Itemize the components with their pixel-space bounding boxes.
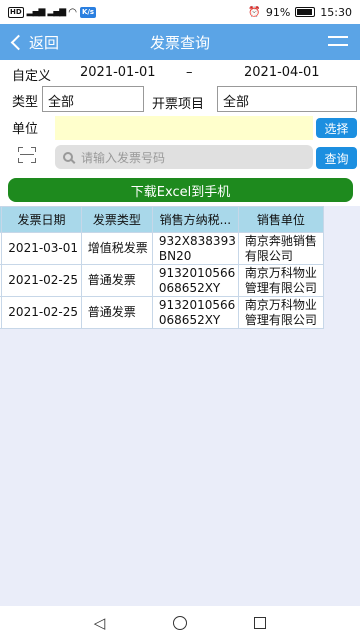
invoice-search-input[interactable]: 请输入发票号码 bbox=[55, 145, 313, 169]
cell-tax-id: 9132010566 068652XY bbox=[151, 296, 239, 329]
unit-field[interactable] bbox=[55, 116, 313, 140]
cell-date: 2021-02-25 bbox=[1, 264, 82, 297]
seller-line-1: 南京万科物业 bbox=[244, 265, 317, 280]
item-select[interactable]: 全部 bbox=[217, 86, 357, 112]
cell-tax-id: 932X838393 BN20 bbox=[151, 232, 239, 265]
tax-id-line-2: 068652XY bbox=[158, 312, 221, 327]
hd-badge: HD bbox=[8, 6, 24, 18]
search-icon bbox=[63, 152, 73, 162]
cell-seller: 南京万科物业 管理有限公司 bbox=[237, 296, 325, 329]
battery-icon bbox=[295, 7, 316, 17]
seller-line-1: 南京万科物业 bbox=[244, 297, 317, 312]
search-row: 请输入发票号码 查询 bbox=[0, 144, 360, 172]
table-row[interactable]: 05 2021-02-25 普通发票 9132010566068652XY 南京… bbox=[0, 264, 325, 297]
unit-row: 单位 选择 bbox=[0, 114, 360, 142]
type-select[interactable]: 全部 bbox=[42, 86, 144, 112]
table-row[interactable]: 839 2021-03-01 增值税发票 932X838393BN20 南京奔驰… bbox=[0, 232, 325, 265]
download-excel-button[interactable]: 下载Excel到手机 bbox=[8, 178, 353, 202]
cell-type: 普通发票 bbox=[80, 296, 153, 329]
query-button[interactable]: 查询 bbox=[316, 147, 357, 169]
cell-seller: 南京万科物业 管理有限公司 bbox=[237, 264, 325, 297]
speed-badge: K/s bbox=[79, 6, 97, 18]
invoice-table: 号 发票日期 发票类型 销售方纳税... 销售单位 839 2021-03-01… bbox=[0, 206, 325, 329]
type-row: 类型 全部 开票项目 全部 bbox=[0, 86, 360, 114]
invoice-table-area: 号 发票日期 发票类型 销售方纳税... 销售单位 839 2021-03-01… bbox=[0, 206, 360, 606]
cell-tax-id: 9132010566 068652XY bbox=[151, 264, 239, 297]
signal-icon: ▂▄▆ bbox=[26, 7, 46, 17]
back-label: 返回 bbox=[29, 33, 60, 52]
nav-home-icon[interactable] bbox=[172, 616, 187, 630]
scan-icon[interactable] bbox=[18, 147, 36, 163]
col-header-seller[interactable]: 销售单位 bbox=[237, 206, 325, 233]
battery-fill bbox=[297, 9, 312, 15]
table-header-row: 号 发票日期 发票类型 销售方纳税... 销售单位 bbox=[0, 206, 325, 233]
tax-id-line-1: 932X838393 bbox=[158, 233, 236, 248]
wifi-icon: ◠ bbox=[68, 6, 77, 18]
battery-percent: 91% bbox=[265, 5, 291, 19]
unit-label: 单位 bbox=[12, 122, 39, 137]
nav-back-icon[interactable]: ◁ bbox=[94, 614, 106, 632]
tax-id-line-1: 9132010566 bbox=[158, 265, 236, 280]
search-placeholder: 请输入发票号码 bbox=[81, 150, 166, 165]
select-button[interactable]: 选择 bbox=[316, 118, 357, 138]
signal-icon-2: ▂▄▆ bbox=[47, 7, 66, 17]
status-time: 15:30 bbox=[320, 5, 352, 19]
col-header-type[interactable]: 发票类型 bbox=[80, 206, 153, 233]
type-label: 类型 bbox=[12, 95, 39, 110]
seller-line-2: 有限公司 bbox=[244, 248, 293, 263]
col-header-tax-id[interactable]: 销售方纳税... bbox=[151, 206, 239, 233]
col-header-date[interactable]: 发票日期 bbox=[1, 206, 82, 233]
item-label: 开票项目 bbox=[152, 97, 205, 112]
system-nav-bar: ◁ bbox=[0, 606, 360, 640]
chevron-left-icon bbox=[10, 34, 27, 50]
nav-recents-icon[interactable] bbox=[254, 617, 267, 629]
cell-type: 增值税发票 bbox=[80, 232, 153, 265]
alarm-icon: ⏰ bbox=[248, 6, 261, 18]
seller-line-2: 管理有限公司 bbox=[244, 280, 317, 295]
tax-id-line-2: BN20 bbox=[158, 248, 192, 263]
app-header: 返回 发票查询 bbox=[0, 24, 360, 60]
date-separator: – bbox=[186, 65, 193, 80]
cell-type: 普通发票 bbox=[80, 264, 153, 297]
status-bar: HD ▂▄▆ ▂▄▆ ◠ K/s ⏰ 91% 15:30 bbox=[0, 0, 360, 24]
cell-date: 2021-03-01 bbox=[1, 232, 82, 265]
tax-id-line-1: 9132010566 bbox=[158, 297, 236, 312]
seller-line-2: 管理有限公司 bbox=[244, 312, 317, 327]
back-button[interactable]: 返回 bbox=[0, 32, 59, 53]
tax-id-line-2: 068652XY bbox=[158, 280, 221, 295]
date-from[interactable]: 2021-01-01 bbox=[80, 65, 156, 80]
seller-line-1: 南京奔驰销售 bbox=[244, 233, 317, 248]
cell-seller: 南京奔驰销售 有限公司 bbox=[237, 232, 325, 265]
custom-range-label[interactable]: 自定义 bbox=[12, 65, 51, 84]
date-row: 自定义 2021-01-01 – 2021-04-01 bbox=[0, 60, 360, 86]
cell-date: 2021-02-25 bbox=[1, 296, 82, 329]
date-to[interactable]: 2021-04-01 bbox=[244, 65, 320, 80]
hamburger-icon[interactable] bbox=[328, 36, 348, 46]
table-row[interactable]: 73 2021-02-25 普通发票 9132010566068652XY 南京… bbox=[0, 296, 325, 329]
